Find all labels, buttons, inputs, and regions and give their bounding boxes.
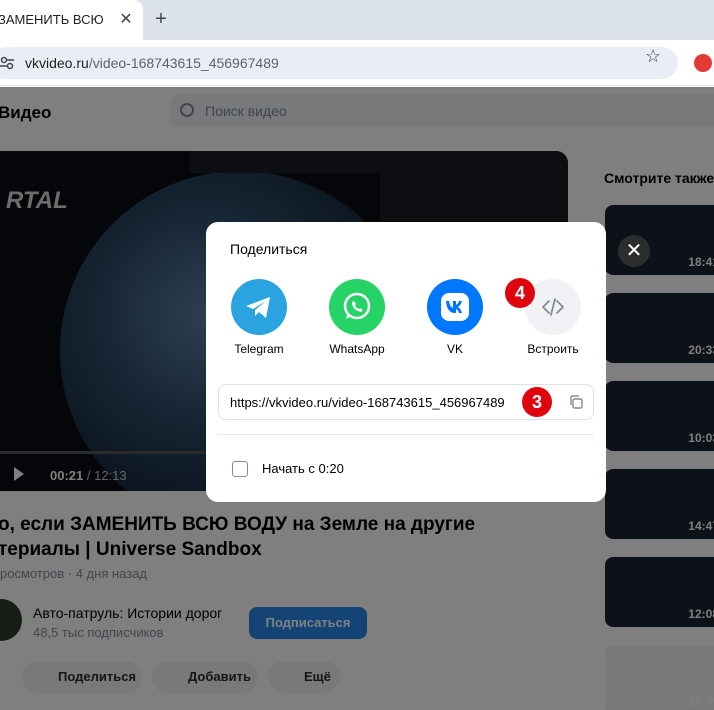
whatsapp-icon	[329, 279, 385, 335]
bookmark-star-icon[interactable]: ☆	[645, 47, 661, 65]
share-vk-button[interactable]: VK	[415, 279, 495, 356]
site-info-icon[interactable]	[0, 56, 14, 70]
vk-icon	[427, 279, 483, 335]
dialog-divider	[218, 434, 594, 435]
url-text[interactable]: vkvideo.ru/video-168743615_456967489	[25, 55, 279, 71]
telegram-label: Telegram	[234, 342, 284, 356]
extension-icon[interactable]	[694, 54, 712, 72]
telegram-icon	[231, 279, 287, 335]
browser-tab[interactable]: ЗАМЕНИТЬ ВСЮ ВОД ✕	[0, 0, 143, 40]
start-at-checkbox[interactable]	[232, 461, 248, 477]
annotation-badge-3: 3	[522, 387, 552, 417]
share-whatsapp-button[interactable]: WhatsApp	[317, 279, 397, 356]
url-host: vkvideo.ru	[25, 55, 89, 71]
whatsapp-label: WhatsApp	[329, 342, 385, 356]
copy-icon[interactable]	[569, 395, 583, 409]
tab-title: ЗАМЕНИТЬ ВСЮ ВОД	[0, 12, 108, 27]
start-at-label[interactable]: Начать с 0:20	[262, 461, 344, 476]
annotation-badge-4: 4	[505, 278, 535, 308]
share-link-text[interactable]: https://vkvideo.ru/video-168743615_45696…	[230, 395, 505, 410]
tab-strip: ЗАМЕНИТЬ ВСЮ ВОД ✕ +	[0, 0, 714, 40]
browser-toolbar: vkvideo.ru/video-168743615_456967489 ☆	[0, 40, 714, 86]
address-bar[interactable]: vkvideo.ru/video-168743615_456967489	[0, 47, 678, 79]
share-dialog-title: Поделиться	[230, 241, 308, 257]
share-dialog: Поделиться Telegram WhatsApp VK Встроить…	[206, 222, 606, 502]
embed-label: Встроить	[527, 342, 579, 356]
vk-label: VK	[446, 342, 463, 356]
new-tab-button[interactable]: +	[150, 8, 172, 30]
share-telegram-button[interactable]: Telegram	[219, 279, 299, 356]
url-path: /video-168743615_456967489	[88, 55, 279, 71]
close-icon[interactable]: ✕	[618, 235, 650, 267]
tab-close-icon[interactable]: ✕	[116, 10, 136, 30]
